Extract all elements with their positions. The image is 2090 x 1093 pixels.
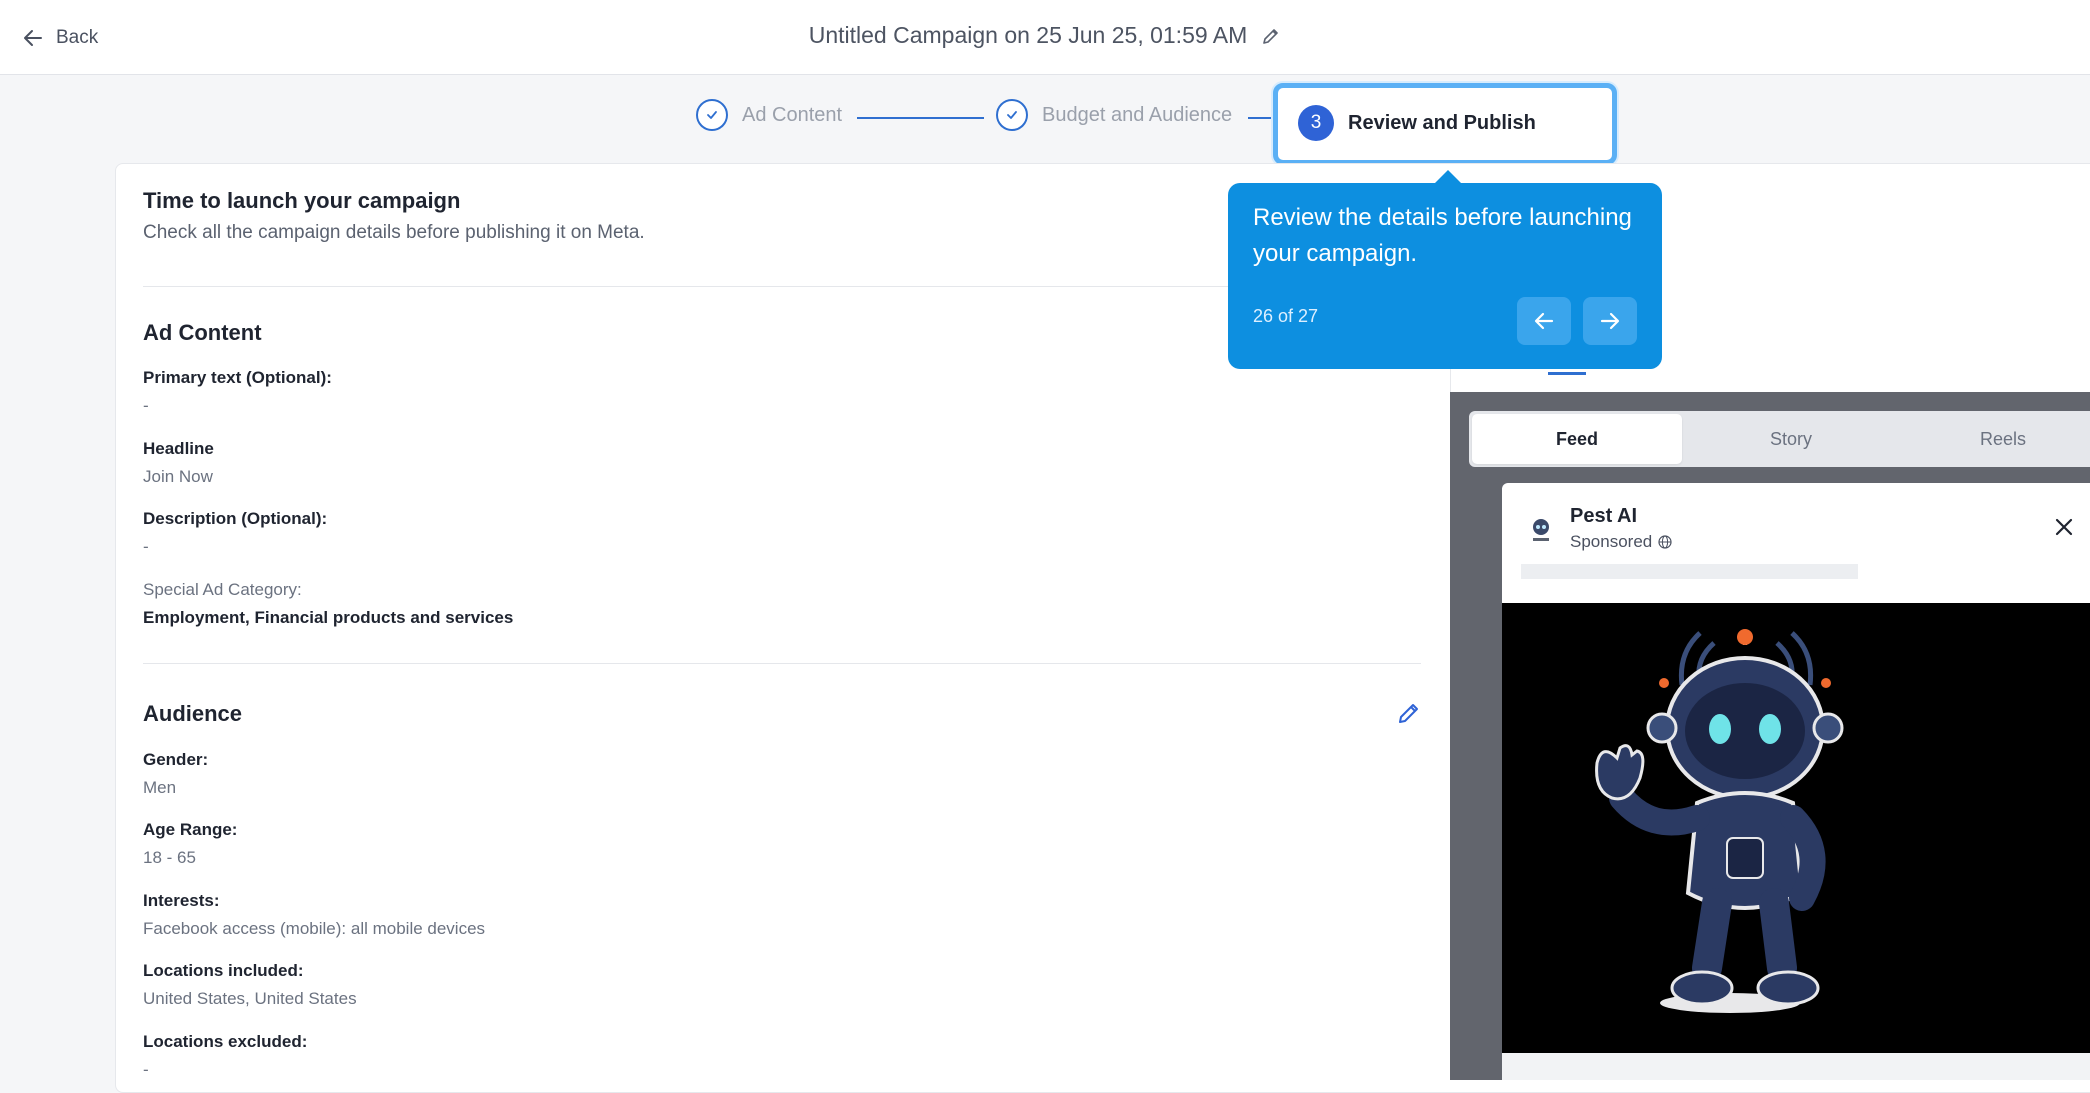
locations-excluded-label: Locations excluded:	[143, 1032, 308, 1051]
age-range-value: 18 - 65	[143, 848, 196, 867]
tour-next-button[interactable]	[1583, 297, 1637, 345]
primary-text-placeholder	[1521, 564, 1858, 579]
step-review-publish[interactable]: 3 Review and Publish	[1273, 83, 1617, 165]
step-connector	[857, 117, 984, 119]
primary-text-label: Primary text (Optional):	[143, 368, 332, 387]
stepper: Ad Content Budget and Audience 3 Review …	[0, 82, 2090, 165]
description-value: -	[143, 537, 149, 556]
pencil-icon[interactable]	[1261, 26, 1281, 46]
close-icon[interactable]	[2053, 516, 2075, 538]
gender-value: Men	[143, 778, 177, 797]
ad-creative-image	[1502, 603, 2090, 1053]
campaign-title: Untitled Campaign on 25 Jun 25, 01:59 AM	[808, 22, 1248, 48]
age-range-label: Age Range:	[143, 820, 238, 839]
audience-title: Audience	[143, 701, 243, 726]
ad-content-title: Ad Content	[143, 320, 262, 345]
interests-value: Facebook access (mobile): all mobile dev…	[143, 919, 486, 938]
step-label: Review and Publish	[1348, 111, 1536, 134]
top-bar: Back Untitled Campaign on 25 Jun 25, 01:…	[0, 0, 2090, 75]
check-circle-icon	[696, 99, 728, 131]
globe-icon	[1658, 535, 1672, 549]
step-label: Ad Content	[742, 103, 843, 126]
special-ad-category-label: Special Ad Category:	[143, 580, 302, 599]
divider	[143, 663, 1421, 664]
headline-label: Headline	[143, 439, 214, 458]
review-heading: Time to launch your campaign	[143, 188, 461, 213]
locations-excluded-value: -	[143, 1060, 149, 1079]
edit-audience-icon[interactable]	[1396, 700, 1422, 726]
tour-prev-button[interactable]	[1517, 297, 1571, 345]
step-label: Budget and Audience	[1042, 103, 1233, 126]
tab-reels[interactable]: Reels	[1897, 411, 2090, 467]
locations-included-label: Locations included:	[143, 961, 304, 980]
locations-included-value: United States, United States	[143, 989, 357, 1008]
check-circle-icon	[996, 99, 1028, 131]
tab-story[interactable]: Story	[1685, 411, 1897, 467]
special-ad-category-value: Employment, Financial products and servi…	[143, 608, 514, 627]
post-footer	[1502, 1053, 2090, 1080]
page-avatar	[1533, 519, 1549, 541]
interests-label: Interests:	[143, 891, 220, 910]
tour-text: Review the details before launching your…	[1253, 204, 1632, 267]
arrow-left-icon	[1534, 312, 1554, 330]
robot-illustration	[1595, 629, 1844, 1013]
campaign-title-area: Untitled Campaign on 25 Jun 25, 01:59 AM	[0, 22, 2090, 49]
preview-platform-indicator	[1548, 372, 1586, 375]
tab-feed[interactable]: Feed	[1472, 414, 1683, 464]
gender-label: Gender:	[143, 750, 209, 769]
tour-counter: 26 of 27	[1253, 306, 1319, 326]
tooltip-arrow	[1434, 170, 1462, 184]
description-label: Description (Optional):	[143, 509, 328, 528]
primary-text-value: -	[143, 396, 149, 415]
step-ad-content[interactable]: Ad Content	[696, 99, 842, 131]
arrow-right-icon	[1600, 312, 1620, 330]
step-number: 3	[1298, 105, 1334, 141]
sponsored-label: Sponsored	[1570, 532, 1653, 551]
placement-tabs: Feed Story Reels	[1469, 411, 2090, 467]
headline-value: Join Now	[143, 467, 213, 486]
review-subheading: Check all the campaign details before pu…	[143, 222, 645, 243]
page-name: Pest AI	[1570, 505, 1638, 527]
step-budget-audience[interactable]: Budget and Audience	[996, 99, 1232, 131]
sponsored-row: Sponsored	[1570, 532, 1672, 552]
